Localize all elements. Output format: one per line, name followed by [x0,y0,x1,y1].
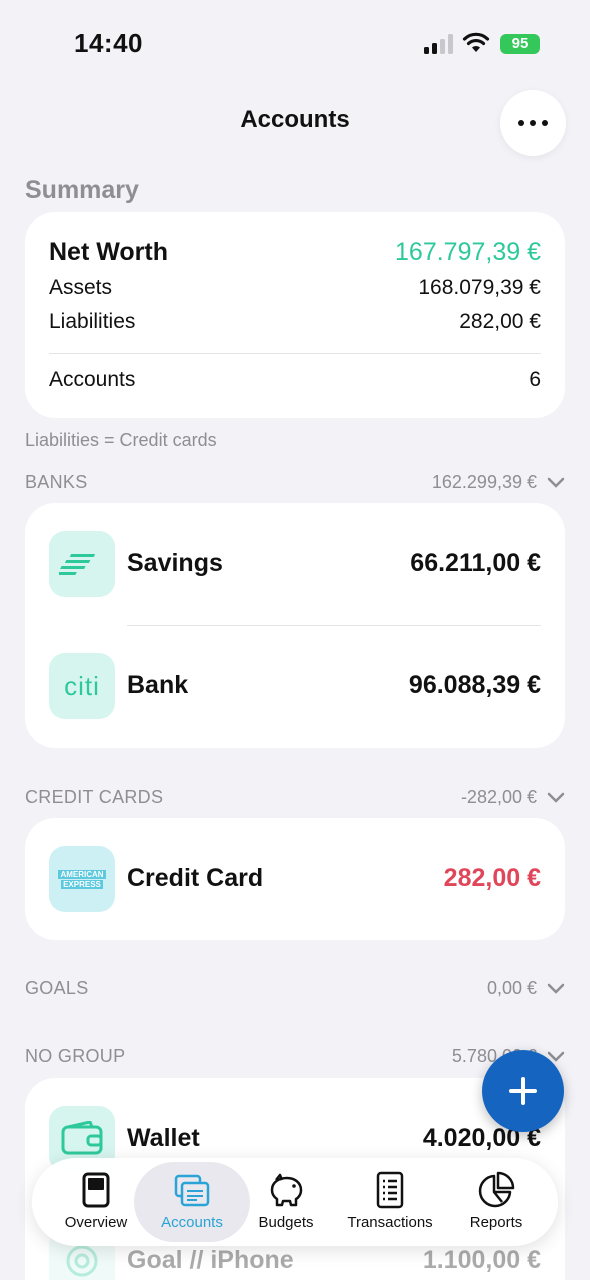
citi-logo-text: citi [64,670,100,701]
group-label-goals: GOALS [25,978,89,998]
tab-label: Transactions [347,1214,433,1231]
account-name: Goal // iPhone [127,1246,294,1274]
overview-icon [82,1172,110,1208]
summary-card: Net Worth 167.797,39 € Assets 168.079,39… [25,212,565,418]
tab-label: Overview [64,1214,128,1231]
banks-card: Savings 66.211,00 € citi Bank 96.088,39 … [25,503,565,748]
tab-overview[interactable]: Overview [54,1158,138,1246]
group-label-no-group: NO GROUP [25,1046,126,1066]
divider [49,353,541,354]
group-total-goals: 0,00 € [486,978,537,998]
more-options-button[interactable] [500,90,566,156]
assets-value: 168.079,39 € [418,276,541,299]
group-total-credit-cards: -282,00 € [460,787,537,807]
net-worth-label: Net Worth [49,238,168,266]
account-row-savings[interactable]: Savings 66.211,00 € [25,503,565,625]
tab-accounts[interactable]: Accounts [150,1158,234,1246]
tab-label: Reports [469,1214,523,1231]
account-balance: 96.088,39 € [408,671,541,699]
citi-logo-icon: citi [49,653,115,719]
assets-label: Assets [49,276,113,299]
wifi-icon [462,32,490,52]
liabilities-label: Liabilities [49,310,136,333]
chevron-down-icon [547,983,565,994]
pie-chart-icon [478,1171,515,1208]
liabilities-value: 282,00 € [459,310,541,333]
status-time: 14:40 [74,28,143,58]
account-balance: 1.100,00 € [422,1246,541,1274]
american-express-logo-icon: AMERICAN EXPRESS [49,846,115,912]
battery-indicator: 95 [500,34,540,54]
accounts-count-label: Accounts [49,368,136,391]
account-name: Credit Card [127,864,264,892]
group-toggle-banks[interactable]: 162.299,39 € [432,472,565,493]
tab-label: Budgets [258,1214,314,1231]
account-row-credit-card[interactable]: AMERICAN EXPRESS Credit Card 282,00 € [25,818,565,940]
group-toggle-goals[interactable]: 0,00 € [487,978,565,999]
summary-heading: Summary [25,176,139,204]
liabilities-footnote: Liabilities = Credit cards [25,430,217,450]
account-name: Wallet [127,1124,200,1152]
accounts-icon [174,1174,210,1207]
credit-cards-card: AMERICAN EXPRESS Credit Card 282,00 € [25,818,565,940]
tab-label: Accounts [161,1214,223,1231]
accounts-count-value: 6 [529,368,541,391]
group-toggle-credit-cards[interactable]: -282,00 € [461,787,565,808]
account-balance: 66.211,00 € [410,549,541,577]
tab-bar: Overview Accounts Budgets Transactions R… [32,1158,558,1246]
tab-reports[interactable]: Reports [454,1158,538,1246]
tab-transactions[interactable]: Transactions [338,1158,442,1246]
account-name: Savings [127,549,223,577]
account-name: Bank [127,671,189,699]
amex-logo-text-2: EXPRESS [61,879,103,889]
account-balance: 282,00 € [443,864,541,892]
transactions-icon [376,1171,404,1209]
tab-budgets[interactable]: Budgets [244,1158,328,1246]
net-worth-value: 167.797,39 € [395,238,541,266]
chevron-down-icon [547,477,565,488]
piggy-bank-icon [270,1173,303,1207]
group-label-credit-cards: CREDIT CARDS [25,787,164,807]
account-row-bank[interactable]: citi Bank 96.088,39 € [25,625,565,748]
plus-icon [509,1077,537,1105]
group-total-banks: 162.299,39 € [431,472,537,492]
chevron-down-icon [547,792,565,803]
bank-of-america-logo-icon [49,531,115,597]
add-account-button[interactable] [482,1050,564,1132]
amex-logo-text-1: AMERICAN [58,869,106,879]
group-label-banks: BANKS [25,472,88,492]
cellular-signal-icon [424,34,454,54]
